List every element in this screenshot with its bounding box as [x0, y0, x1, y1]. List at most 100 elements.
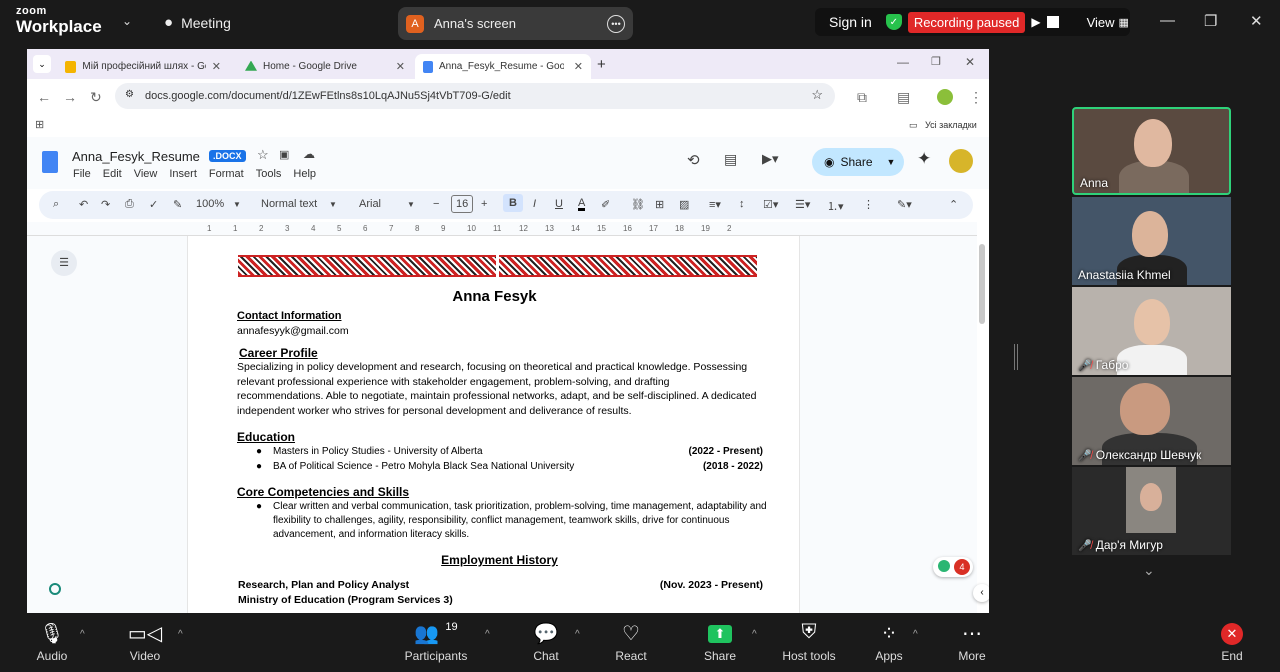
tab-2[interactable]: Home - Google Drive ✕	[237, 54, 413, 79]
move-folder-icon[interactable]: ▣	[279, 148, 289, 161]
account-avatar[interactable]	[949, 149, 973, 173]
participant-tile-darya[interactable]: 🎤̸ Дар'я Мигур	[1072, 467, 1231, 555]
chevron-down-icon[interactable]: ⌄	[122, 14, 132, 28]
menu-file[interactable]: File	[73, 168, 91, 180]
play-icon[interactable]: ▶	[1031, 15, 1040, 29]
tab-1[interactable]: Мій професійний шлях - Goog ✕	[57, 54, 229, 79]
highlight-icon[interactable]: ✐	[601, 198, 610, 211]
menu-format[interactable]: Format	[209, 168, 244, 180]
panel-resize-handle[interactable]	[1014, 344, 1018, 370]
version-history-icon[interactable]: ⟲	[687, 151, 700, 169]
tab-3-active[interactable]: Anna_Fesyk_Resume - Google D ✕	[415, 54, 591, 79]
menu-help[interactable]: Help	[293, 168, 316, 180]
star-icon[interactable]: ☆	[257, 147, 269, 163]
bold-button[interactable]: B	[503, 194, 523, 212]
back-icon[interactable]: ←	[37, 89, 51, 105]
close-tab-icon[interactable]: ✕	[212, 60, 221, 73]
participant-tile-gabro[interactable]: 🎤̸ Габро	[1072, 287, 1231, 375]
decrease-font-icon[interactable]: −	[433, 198, 439, 210]
profile-avatar[interactable]	[937, 89, 953, 105]
paint-format-icon[interactable]: ✎	[173, 198, 182, 211]
side-panel-toggle-icon[interactable]: ‹	[973, 584, 989, 602]
comments-indicator[interactable]: 4	[933, 557, 973, 577]
italic-button[interactable]: I	[533, 198, 536, 210]
restore-icon[interactable]: ❐	[1204, 12, 1217, 30]
more-icon[interactable]: •••	[607, 14, 625, 33]
meeting-info-button[interactable]: ● Meeting	[164, 14, 231, 31]
participants-button[interactable]: 👥 19 Participants	[396, 621, 476, 663]
view-button[interactable]: View	[1087, 15, 1115, 30]
zoom-select[interactable]: 100%	[196, 198, 224, 210]
close-tab-icon[interactable]: ✕	[574, 60, 583, 73]
apps-button[interactable]: ⁘ Apps	[849, 621, 929, 663]
extensions-icon[interactable]: ⧉	[857, 89, 867, 106]
document-title[interactable]: Anna_Fesyk_Resume	[72, 149, 200, 164]
forward-icon[interactable]: →	[63, 89, 77, 105]
participant-tile-anna[interactable]: Anna	[1072, 107, 1231, 195]
participant-tile-anastasiia[interactable]: Anastasiia Khmel	[1072, 197, 1231, 285]
shield-icon[interactable]: ✓	[885, 14, 902, 30]
browser-menu-icon[interactable]: ⋮	[969, 89, 983, 106]
bookmark-star-icon[interactable]: ☆	[811, 87, 823, 103]
text-color-button[interactable]: A	[578, 198, 586, 211]
increase-font-icon[interactable]: +	[481, 198, 487, 210]
menu-edit[interactable]: Edit	[103, 168, 122, 180]
print-icon[interactable]: ⎙	[125, 198, 134, 211]
line-spacing-icon[interactable]: ↕	[739, 198, 745, 210]
chat-button[interactable]: 💬 Chat	[506, 621, 586, 663]
chevron-down-icon[interactable]: ⌄	[1143, 562, 1155, 579]
menu-view[interactable]: View	[134, 168, 158, 180]
collapse-toolbar-icon[interactable]: ⌃	[949, 198, 958, 211]
insert-image-icon[interactable]: ▨	[679, 198, 689, 211]
end-meeting-button[interactable]: ✕ End	[1192, 621, 1272, 663]
close-tab-icon[interactable]: ✕	[396, 60, 405, 73]
redo-icon[interactable]: ↷	[101, 198, 110, 211]
tab-search-icon[interactable]: ⌄	[33, 55, 51, 73]
comments-icon[interactable]: ▤	[724, 151, 737, 168]
close-icon[interactable]: ✕	[965, 55, 975, 69]
editing-mode-icon[interactable]: ✎▾	[897, 198, 912, 211]
align-icon[interactable]: ≡▾	[709, 198, 721, 211]
undo-icon[interactable]: ↶	[79, 198, 88, 211]
more-options-icon[interactable]: ⋮	[863, 198, 874, 211]
bulleted-list-icon[interactable]: ☰▾	[795, 198, 810, 211]
close-icon[interactable]: ✕	[1250, 12, 1263, 30]
share-button[interactable]: ◉ Share ▼	[812, 148, 904, 176]
menu-tools[interactable]: Tools	[256, 168, 282, 180]
chevron-up-icon[interactable]: ^	[178, 629, 183, 640]
reload-icon[interactable]: ↻	[90, 89, 102, 106]
more-button[interactable]: ⋯ More	[932, 621, 1012, 663]
document-page[interactable]: Anna Fesyk Contact Information annafesyy…	[187, 236, 800, 613]
react-button[interactable]: ♡ React	[591, 621, 671, 663]
style-select[interactable]: Normal text	[261, 198, 317, 210]
chevron-up-icon[interactable]: ^	[485, 629, 490, 640]
font-select[interactable]: Arial	[359, 198, 381, 210]
restore-icon[interactable]: ❐	[931, 55, 941, 68]
outline-icon[interactable]: ☰	[51, 250, 77, 276]
font-size-input[interactable]: 16	[451, 195, 474, 213]
scrollbar[interactable]	[979, 244, 985, 324]
chevron-up-icon[interactable]: ^	[80, 629, 85, 640]
sidepanel-icon[interactable]: ▤	[897, 89, 910, 106]
spellcheck-icon[interactable]: ✓	[149, 198, 158, 211]
add-comment-icon[interactable]: ⊞	[655, 198, 664, 211]
chevron-up-icon[interactable]: ^	[913, 629, 918, 640]
video-button[interactable]: ▭◁ Video	[105, 621, 185, 663]
screen-share-pill[interactable]: A Anna's screen •••	[398, 7, 633, 40]
apps-grid-icon[interactable]: ⊞	[35, 118, 44, 131]
chevron-up-icon[interactable]: ^	[752, 629, 757, 640]
checklist-icon[interactable]: ☑▾	[763, 198, 778, 211]
chevron-down-icon[interactable]: ▼	[887, 157, 896, 167]
url-input[interactable]: ⚙ docs.google.com/document/d/1ZEwFEtlns8…	[115, 83, 835, 109]
share-screen-button[interactable]: ⬆ Share	[680, 621, 760, 663]
participant-tile-oleksandr[interactable]: 🎤̸ Олександр Шевчук	[1072, 377, 1231, 465]
host-tools-button[interactable]: ⛨ Host tools	[769, 621, 849, 663]
numbered-list-icon[interactable]: ⒈▾	[827, 198, 844, 214]
all-bookmarks-button[interactable]: Усі закладки	[925, 120, 977, 130]
link-icon[interactable]: ⛓	[631, 198, 645, 211]
minimize-icon[interactable]: —	[1160, 12, 1175, 29]
gemini-sparkle-icon[interactable]: ✦	[917, 149, 931, 169]
stop-icon[interactable]	[1046, 16, 1059, 28]
search-icon[interactable]: ⌕	[53, 198, 59, 211]
cloud-status-icon[interactable]: ☁	[303, 147, 315, 161]
